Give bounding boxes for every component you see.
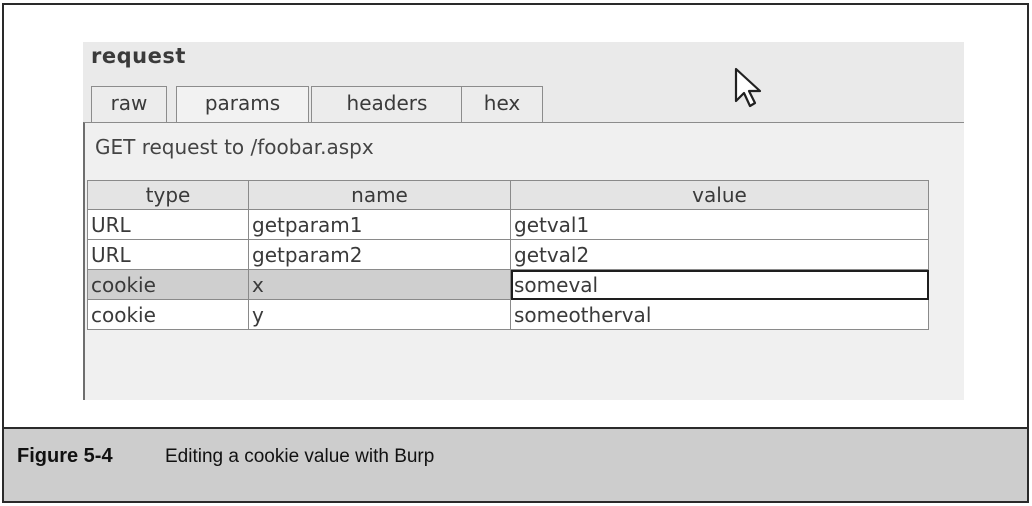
- cell-value[interactable]: getval2: [510, 239, 929, 270]
- burp-request-panel: request raw headers hex params GET reque…: [83, 42, 964, 400]
- cell-type[interactable]: URL: [87, 209, 249, 240]
- cell-name[interactable]: y: [248, 299, 511, 330]
- cell-name[interactable]: x: [248, 269, 511, 300]
- tab-raw[interactable]: raw: [91, 86, 167, 122]
- tab-hex[interactable]: hex: [461, 86, 543, 122]
- column-header-value[interactable]: value: [510, 180, 929, 210]
- cell-type[interactable]: URL: [87, 239, 249, 270]
- request-line: GET request to /foobar.aspx: [95, 135, 374, 159]
- cell-value[interactable]: getval1: [510, 209, 929, 240]
- column-header-name[interactable]: name: [248, 180, 511, 210]
- figure-label: Figure 5-4: [17, 445, 113, 467]
- table-row[interactable]: URL getparam2 getval2: [87, 239, 929, 270]
- cell-type[interactable]: cookie: [87, 299, 249, 330]
- figure-frame: request raw headers hex params GET reque…: [2, 3, 1029, 503]
- table-row-selected[interactable]: cookie x someval: [87, 269, 929, 300]
- table-header-row: type name value: [87, 180, 929, 210]
- params-table: type name value URL getparam1 getval1 UR…: [87, 180, 929, 330]
- cell-value[interactable]: someotherval: [510, 299, 929, 330]
- tab-params[interactable]: params: [176, 86, 309, 123]
- tab-bar: raw headers hex params: [91, 86, 591, 123]
- arrow-pointer-icon: [734, 67, 762, 108]
- table-row[interactable]: cookie y someotherval: [87, 299, 929, 330]
- params-content: GET request to /foobar.aspx type name va…: [83, 122, 964, 400]
- cell-name[interactable]: getparam1: [248, 209, 511, 240]
- table-row[interactable]: URL getparam1 getval1: [87, 209, 929, 240]
- cell-name[interactable]: getparam2: [248, 239, 511, 270]
- tab-headers[interactable]: headers: [311, 86, 463, 122]
- column-header-type[interactable]: type: [87, 180, 249, 210]
- figure-caption: Figure 5-4 Editing a cookie value with B…: [4, 427, 1027, 501]
- cell-value-editor[interactable]: someval: [510, 269, 929, 300]
- cell-type[interactable]: cookie: [87, 269, 249, 300]
- caption-text: Editing a cookie value with Burp: [165, 446, 435, 467]
- panel-title: request: [91, 44, 186, 68]
